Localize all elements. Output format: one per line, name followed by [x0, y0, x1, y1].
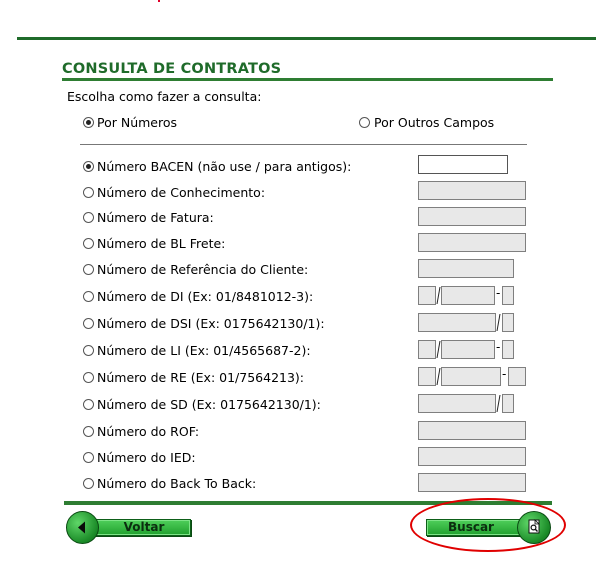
input-sd-part1[interactable]: [418, 394, 496, 413]
radio-numero-referencia-cliente[interactable]: [83, 264, 94, 275]
label-numero-dsi: Número de DSI (Ex: 0175642130/1):: [97, 316, 325, 331]
label-numero-fatura: Número de Fatura:: [97, 210, 214, 225]
label-numero-re: Número de RE (Ex: 01/7564213):: [97, 370, 305, 385]
instruction-text: Escolha como fazer a consulta:: [67, 89, 262, 104]
highlight-annotation: [410, 498, 566, 552]
label-numero-back-to-back: Número do Back To Back:: [97, 476, 257, 491]
input-numero-bacen[interactable]: [418, 155, 508, 174]
top-divider: [17, 37, 596, 40]
radio-numero-conhecimento[interactable]: [83, 187, 94, 198]
slash-separator: [496, 395, 501, 412]
slash-separator: [436, 287, 441, 304]
stray-mark: [158, 0, 160, 2]
radio-numero-di[interactable]: [83, 291, 94, 302]
input-li-part2[interactable]: [441, 340, 495, 359]
input-li-part3[interactable]: [502, 340, 514, 359]
slash-separator: [496, 314, 501, 331]
input-re-part1[interactable]: [418, 367, 436, 386]
input-numero-ied[interactable]: [418, 447, 526, 466]
slash-separator: [436, 368, 441, 385]
radio-numero-ied[interactable]: [83, 452, 94, 463]
dash-separator: -: [502, 367, 507, 381]
slash-separator: [436, 341, 441, 358]
input-numero-referencia-cliente[interactable]: [418, 259, 514, 278]
separator: [80, 144, 527, 145]
label-numero-bacen: Número BACEN (não use / para antigos):: [97, 159, 352, 174]
input-di-part1[interactable]: [418, 286, 436, 305]
radio-numero-li[interactable]: [83, 345, 94, 356]
label-numero-li: Número de LI (Ex: 01/4565687-2):: [97, 343, 311, 358]
back-button-circle[interactable]: [66, 511, 99, 544]
radio-numero-dsi[interactable]: [83, 318, 94, 329]
title-underline: [62, 78, 553, 81]
input-re-part2[interactable]: [441, 367, 501, 386]
label-por-numeros: Por Números: [97, 115, 178, 130]
dash-separator: -: [496, 286, 501, 300]
radio-numero-fatura[interactable]: [83, 212, 94, 223]
back-button[interactable]: Voltar: [87, 519, 191, 536]
label-numero-rof: Número do ROF:: [97, 424, 200, 439]
radio-numero-rof[interactable]: [83, 426, 94, 437]
radio-numero-re[interactable]: [83, 372, 94, 383]
input-dsi-part1[interactable]: [418, 313, 496, 332]
label-numero-referencia-cliente: Número de Referência do Cliente:: [97, 262, 309, 277]
label-por-outros-campos: Por Outros Campos: [374, 115, 495, 130]
input-li-part1[interactable]: [418, 340, 436, 359]
input-numero-conhecimento[interactable]: [418, 181, 526, 200]
label-numero-bl-frete: Número de BL Frete:: [97, 236, 226, 251]
radio-numero-bl-frete[interactable]: [83, 238, 94, 249]
radio-numero-back-to-back[interactable]: [83, 478, 94, 489]
input-di-part2[interactable]: [441, 286, 495, 305]
label-numero-sd: Número de SD (Ex: 0175642130/1):: [97, 397, 321, 412]
radio-por-numeros[interactable]: [83, 117, 94, 128]
radio-numero-bacen[interactable]: [83, 161, 94, 172]
input-numero-fatura[interactable]: [418, 207, 526, 226]
page-title: CONSULTA DE CONTRATOS: [62, 61, 282, 77]
radio-numero-sd[interactable]: [83, 399, 94, 410]
radio-por-outros-campos[interactable]: [359, 117, 370, 128]
back-button-label: Voltar: [123, 520, 165, 534]
input-sd-part2[interactable]: [502, 394, 514, 413]
input-dsi-part2[interactable]: [502, 313, 514, 332]
input-numero-back-to-back[interactable]: [418, 473, 526, 492]
arrow-left-icon: [78, 521, 85, 534]
input-di-part3[interactable]: [502, 286, 514, 305]
label-numero-ied: Número do IED:: [97, 450, 196, 465]
label-numero-di: Número de DI (Ex: 01/8481012-3):: [97, 289, 314, 304]
input-numero-rof[interactable]: [418, 421, 526, 440]
input-numero-bl-frete[interactable]: [418, 233, 526, 252]
dash-separator: -: [496, 340, 501, 354]
input-re-part3[interactable]: [508, 367, 526, 386]
label-numero-conhecimento: Número de Conhecimento:: [97, 185, 266, 200]
